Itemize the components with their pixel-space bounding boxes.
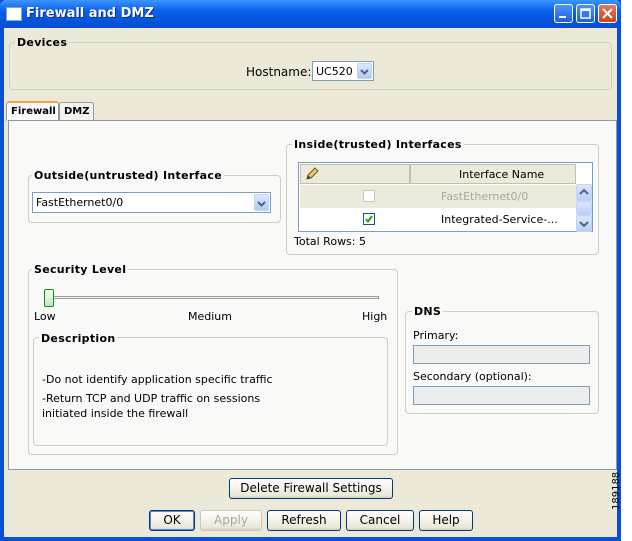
dns-group-label: DNS	[412, 305, 444, 318]
row-checkbox[interactable]	[363, 213, 375, 225]
ok-button[interactable]: OK	[149, 510, 195, 531]
dialog-window: Firewall and DMZ Devices Hostname: UC520…	[0, 0, 621, 541]
scroll-thumb[interactable]	[576, 201, 592, 215]
column-header-checkbox[interactable]	[300, 164, 410, 184]
dns-primary-input[interactable]	[413, 345, 590, 364]
outside-interface-select[interactable]: FastEthernet0/0	[32, 192, 271, 213]
checkmark-icon	[365, 215, 373, 224]
column-header-interface-name[interactable]: Interface Name	[410, 164, 576, 184]
delete-firewall-settings-button[interactable]: Delete Firewall Settings	[229, 478, 393, 499]
security-level-label: Security Level	[32, 263, 129, 276]
hostname-label: Hostname:	[246, 65, 312, 79]
description-label: Description	[39, 332, 118, 345]
tab-dmz-label: DMZ	[64, 106, 90, 117]
apply-button: Apply	[200, 510, 262, 531]
description-line: -Do not identify application specific tr…	[42, 373, 273, 386]
slider-medium-label: Medium	[188, 310, 232, 323]
security-slider-track[interactable]	[44, 296, 379, 299]
minimize-button[interactable]	[554, 4, 573, 23]
inside-interfaces-label: Inside(trusted) Interfaces	[292, 138, 464, 151]
table-row[interactable]: FastEthernet0/0	[300, 185, 576, 208]
tab-dmz[interactable]: DMZ	[59, 102, 94, 120]
slider-low-label: Low	[34, 310, 56, 323]
minimize-icon	[559, 16, 566, 18]
chevron-down-icon	[579, 221, 589, 228]
window-icon	[6, 7, 22, 21]
column-header-label: Interface Name	[459, 168, 545, 181]
inside-interfaces-table[interactable]: Interface Name FastEthernet0/0 Integrate…	[298, 162, 593, 232]
dns-secondary-input[interactable]	[413, 386, 590, 405]
chevron-up-icon	[579, 188, 589, 195]
table-scrollbar[interactable]	[576, 184, 592, 232]
close-button[interactable]	[598, 4, 617, 23]
maximize-icon	[580, 8, 591, 19]
tab-firewall[interactable]: Firewall	[6, 101, 59, 121]
row-interface-name: Integrated-Service-...	[441, 213, 558, 226]
table-row[interactable]: Integrated-Service-...	[300, 208, 576, 231]
maximize-button[interactable]	[576, 4, 595, 23]
description-line: -Return TCP and UDP traffic on sessions	[42, 392, 261, 405]
hostname-select[interactable]: UC520	[312, 61, 374, 81]
figure-id-label: 189188	[611, 471, 622, 510]
tab-firewall-label: Firewall	[11, 106, 56, 117]
outside-interface-label: Outside(untrusted) Interface	[32, 169, 224, 182]
chevron-down-icon[interactable]	[357, 63, 372, 79]
slider-high-label: High	[362, 310, 388, 323]
cancel-button[interactable]: Cancel	[346, 510, 414, 531]
close-icon	[602, 8, 613, 19]
dns-primary-label: Primary:	[413, 329, 459, 342]
row-checkbox	[363, 190, 375, 202]
help-button[interactable]: Help	[419, 510, 473, 531]
security-slider-thumb[interactable]	[44, 289, 54, 307]
refresh-button[interactable]: Refresh	[267, 510, 341, 531]
total-rows-text: Total Rows: 5	[294, 235, 366, 248]
dns-secondary-label: Secondary (optional):	[413, 370, 532, 383]
chevron-down-icon[interactable]	[254, 194, 269, 211]
scroll-up-button[interactable]	[576, 184, 592, 201]
outside-interface-value: FastEthernet0/0	[36, 196, 124, 209]
description-line: initiated inside the firewall	[42, 407, 189, 420]
window-title: Firewall and DMZ	[26, 6, 154, 21]
devices-group-label: Devices	[15, 36, 70, 49]
title-bar[interactable]: Firewall and DMZ	[0, 0, 621, 28]
hostname-value: UC520	[316, 65, 353, 78]
row-interface-name: FastEthernet0/0	[441, 190, 529, 203]
scroll-down-button[interactable]	[576, 215, 592, 232]
pencil-icon	[306, 167, 319, 180]
